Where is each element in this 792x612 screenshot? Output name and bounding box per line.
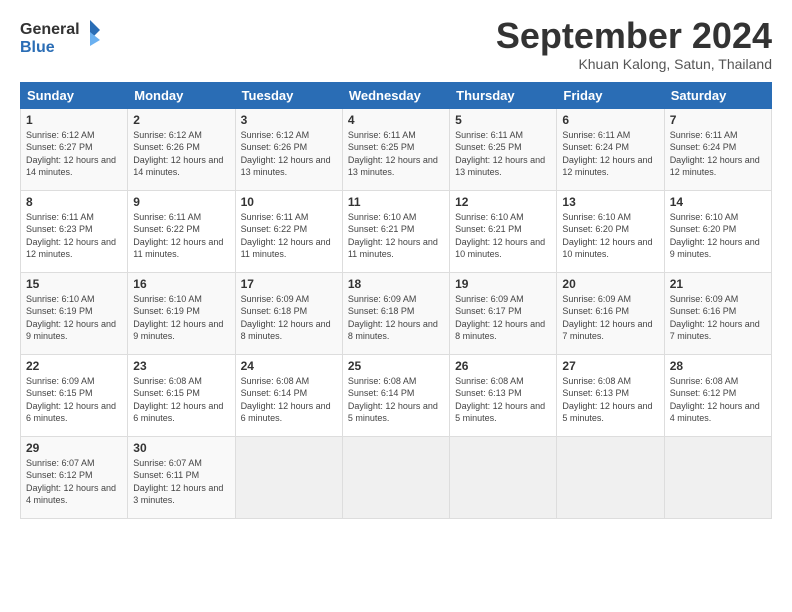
table-cell: 29Sunrise: 6:07 AMSunset: 6:12 PMDayligh… [21, 436, 128, 518]
page: General Blue September 2024 Khuan Kalong… [0, 0, 792, 612]
table-cell: 8Sunrise: 6:11 AMSunset: 6:23 PMDaylight… [21, 190, 128, 272]
table-cell: 5Sunrise: 6:11 AMSunset: 6:25 PMDaylight… [450, 108, 557, 190]
table-cell: 6Sunrise: 6:11 AMSunset: 6:24 PMDaylight… [557, 108, 664, 190]
col-wednesday: Wednesday [342, 82, 449, 108]
table-cell: 25Sunrise: 6:08 AMSunset: 6:14 PMDayligh… [342, 354, 449, 436]
col-monday: Monday [128, 82, 235, 108]
table-cell: 1Sunrise: 6:12 AMSunset: 6:27 PMDaylight… [21, 108, 128, 190]
svg-text:General: General [20, 21, 80, 38]
week-row-5: 29Sunrise: 6:07 AMSunset: 6:12 PMDayligh… [21, 436, 772, 518]
table-cell: 18Sunrise: 6:09 AMSunset: 6:18 PMDayligh… [342, 272, 449, 354]
table-cell: 30Sunrise: 6:07 AMSunset: 6:11 PMDayligh… [128, 436, 235, 518]
table-cell [342, 436, 449, 518]
table-cell: 16Sunrise: 6:10 AMSunset: 6:19 PMDayligh… [128, 272, 235, 354]
table-cell [450, 436, 557, 518]
col-thursday: Thursday [450, 82, 557, 108]
logo-svg: General Blue [20, 16, 100, 56]
table-cell: 3Sunrise: 6:12 AMSunset: 6:26 PMDaylight… [235, 108, 342, 190]
table-cell: 10Sunrise: 6:11 AMSunset: 6:22 PMDayligh… [235, 190, 342, 272]
week-row-1: 1Sunrise: 6:12 AMSunset: 6:27 PMDaylight… [21, 108, 772, 190]
title-section: September 2024 Khuan Kalong, Satun, Thai… [496, 16, 772, 72]
table-cell: 23Sunrise: 6:08 AMSunset: 6:15 PMDayligh… [128, 354, 235, 436]
table-cell: 14Sunrise: 6:10 AMSunset: 6:20 PMDayligh… [664, 190, 771, 272]
table-cell: 4Sunrise: 6:11 AMSunset: 6:25 PMDaylight… [342, 108, 449, 190]
table-cell: 20Sunrise: 6:09 AMSunset: 6:16 PMDayligh… [557, 272, 664, 354]
location: Khuan Kalong, Satun, Thailand [496, 56, 772, 72]
logo: General Blue [20, 16, 100, 56]
table-cell: 28Sunrise: 6:08 AMSunset: 6:12 PMDayligh… [664, 354, 771, 436]
col-tuesday: Tuesday [235, 82, 342, 108]
table-cell: 17Sunrise: 6:09 AMSunset: 6:18 PMDayligh… [235, 272, 342, 354]
svg-text:Blue: Blue [20, 39, 55, 56]
table-cell [235, 436, 342, 518]
week-row-3: 15Sunrise: 6:10 AMSunset: 6:19 PMDayligh… [21, 272, 772, 354]
table-cell: 15Sunrise: 6:10 AMSunset: 6:19 PMDayligh… [21, 272, 128, 354]
table-cell: 24Sunrise: 6:08 AMSunset: 6:14 PMDayligh… [235, 354, 342, 436]
table-cell: 26Sunrise: 6:08 AMSunset: 6:13 PMDayligh… [450, 354, 557, 436]
table-cell: 12Sunrise: 6:10 AMSunset: 6:21 PMDayligh… [450, 190, 557, 272]
table-cell: 7Sunrise: 6:11 AMSunset: 6:24 PMDaylight… [664, 108, 771, 190]
table-cell: 19Sunrise: 6:09 AMSunset: 6:17 PMDayligh… [450, 272, 557, 354]
week-row-2: 8Sunrise: 6:11 AMSunset: 6:23 PMDaylight… [21, 190, 772, 272]
table-cell: 9Sunrise: 6:11 AMSunset: 6:22 PMDaylight… [128, 190, 235, 272]
calendar-table: Sunday Monday Tuesday Wednesday Thursday… [20, 82, 772, 519]
col-sunday: Sunday [21, 82, 128, 108]
table-cell: 27Sunrise: 6:08 AMSunset: 6:13 PMDayligh… [557, 354, 664, 436]
table-cell: 22Sunrise: 6:09 AMSunset: 6:15 PMDayligh… [21, 354, 128, 436]
col-friday: Friday [557, 82, 664, 108]
table-cell: 21Sunrise: 6:09 AMSunset: 6:16 PMDayligh… [664, 272, 771, 354]
table-cell: 11Sunrise: 6:10 AMSunset: 6:21 PMDayligh… [342, 190, 449, 272]
table-cell [664, 436, 771, 518]
table-cell: 13Sunrise: 6:10 AMSunset: 6:20 PMDayligh… [557, 190, 664, 272]
col-saturday: Saturday [664, 82, 771, 108]
month-title: September 2024 [496, 16, 772, 56]
table-cell [557, 436, 664, 518]
table-cell: 2Sunrise: 6:12 AMSunset: 6:26 PMDaylight… [128, 108, 235, 190]
header: General Blue September 2024 Khuan Kalong… [20, 16, 772, 72]
week-row-4: 22Sunrise: 6:09 AMSunset: 6:15 PMDayligh… [21, 354, 772, 436]
